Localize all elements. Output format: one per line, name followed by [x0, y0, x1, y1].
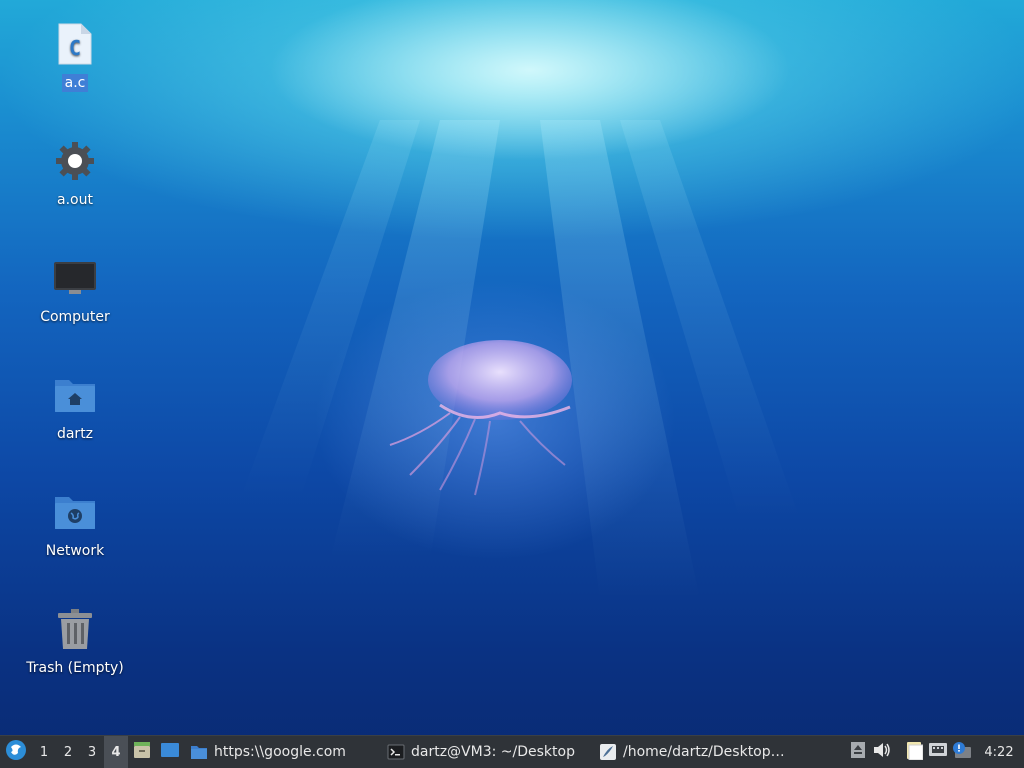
desktop-icon-label: dartz — [56, 426, 94, 442]
home-folder-icon — [51, 371, 99, 419]
workspace-4-button[interactable]: 4 — [104, 736, 128, 768]
desktop-icon-dartz[interactable]: dartz — [20, 371, 130, 443]
desktop-icon-trash[interactable]: Trash (Empty) — [20, 605, 130, 677]
taskbar: 1 2 3 4 https:\\google.com dartz@VM3: ~/… — [0, 735, 1024, 768]
start-menu-icon — [5, 739, 27, 765]
workspace-1-button[interactable]: 1 — [32, 736, 56, 768]
c-source-file-icon: C — [51, 20, 99, 68]
text-editor-icon — [599, 743, 617, 761]
tray-separator — [894, 736, 902, 768]
workspace-3-button[interactable]: 3 — [80, 736, 104, 768]
eject-icon — [850, 741, 866, 763]
computer-monitor-icon — [51, 254, 99, 302]
desktop-icon-computer[interactable]: Computer — [20, 254, 130, 326]
start-menu-button[interactable] — [0, 736, 32, 768]
c-file-letter: C — [69, 36, 81, 60]
network-button[interactable] — [926, 736, 950, 768]
desktop-icon-a-c[interactable]: C a.c — [20, 20, 130, 92]
terminal-icon — [387, 743, 405, 761]
clipboard-button[interactable] — [902, 736, 926, 768]
desktop-icon-label: a.c — [61, 74, 89, 92]
volume-icon — [873, 742, 891, 762]
task-label: https:\\google.com — [214, 744, 346, 760]
desktop-icon-network[interactable]: Network — [20, 488, 130, 560]
show-desktop-button[interactable] — [156, 736, 184, 768]
task-label: dartz@VM3: ~/Desktop — [411, 744, 575, 760]
update-notifier-icon — [952, 741, 972, 763]
clipboard-icon — [905, 740, 924, 764]
clock[interactable]: 4:22 — [974, 745, 1024, 760]
trash-icon — [51, 605, 99, 653]
task-label: /home/dartz/Desktop… — [623, 744, 785, 760]
desktop-icon-a-out[interactable]: a.out — [20, 137, 130, 209]
folder-icon — [190, 743, 208, 761]
desktop-icon-label: Computer — [40, 309, 110, 325]
system-tray: 4:22 — [846, 736, 1024, 768]
task-button-text-editor[interactable]: /home/dartz/Desktop… — [593, 736, 835, 768]
eject-button[interactable] — [846, 736, 870, 768]
desktop-icon-label: a.out — [57, 192, 93, 208]
show-desktop-icon — [160, 741, 180, 763]
desktop-icon-label: Trash (Empty) — [26, 660, 124, 676]
file-manager-launcher[interactable] — [128, 736, 156, 768]
file-manager-icon — [132, 740, 152, 764]
workspace-2-button[interactable]: 2 — [56, 736, 80, 768]
update-notifier-button[interactable] — [950, 736, 974, 768]
executable-gear-icon — [51, 137, 99, 185]
network-folder-icon — [51, 488, 99, 536]
task-button-browser[interactable]: https:\\google.com — [184, 736, 381, 768]
desktop-icon-label: Network — [45, 543, 105, 559]
volume-button[interactable] — [870, 736, 894, 768]
wallpaper-jellyfish — [389, 340, 572, 496]
network-wired-icon — [928, 741, 948, 763]
task-button-terminal[interactable]: dartz@VM3: ~/Desktop — [381, 736, 593, 768]
